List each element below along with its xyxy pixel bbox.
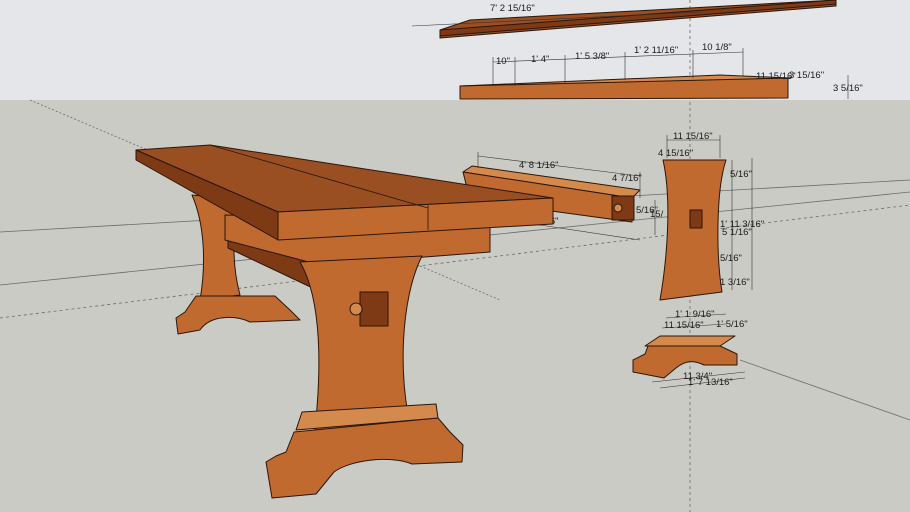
dim-stretcher-small2: 15/ (650, 209, 664, 220)
model-viewport[interactable]: 7' 2 15/16" 10" 1' 4" 1' 5 3/8" 1' 2 11/… (0, 0, 910, 512)
dim-leg-upper: 5/16" (730, 169, 752, 180)
dim-leg-mid: 5 1/16" (722, 227, 752, 238)
dim-stretcher-length: 4' 8 1/16" (519, 160, 559, 171)
dim-apron-seg2: 1' 4" (531, 54, 549, 65)
dim-leg-bottom: 1 3/16" (720, 277, 750, 288)
dim-leg-top: 4 15/16" (658, 148, 693, 159)
dim-apron-seg3: 1' 5 3/8" (575, 51, 609, 62)
tusk-tenon (359, 291, 389, 327)
dim-apron-depth: 3 15/16" (789, 70, 824, 81)
wedge-peg (349, 302, 363, 316)
svg-text:7' 2 15/16": 7' 2 15/16" (490, 3, 535, 14)
dim-apron-seg4: 1' 2 11/16" (634, 45, 678, 56)
dim-foot-width: 11 15/16" (664, 320, 704, 331)
dim-apron-seg5: 10 1/8" (702, 42, 732, 53)
dim-leg-lower: 5/16" (720, 253, 742, 264)
dim-apron-thick: 3 5/16" (833, 83, 863, 94)
dim-leg-width: 11 15/16" (673, 131, 713, 142)
dim-stretcher-tenon: 4 7/16" (612, 173, 642, 184)
dim-foot-small: 1' 5/16" (716, 319, 748, 330)
dim-foot-length: 1' 1 9/16" (675, 309, 715, 320)
dim-foot-long: 1' 7 13/16" (688, 377, 733, 388)
dim-apron-seg1: 10" (496, 56, 510, 67)
scene-canvas: 7' 2 15/16" 10" 1' 4" 1' 5 3/8" 1' 2 11/… (0, 0, 910, 512)
exploded-leg[interactable] (659, 159, 727, 301)
